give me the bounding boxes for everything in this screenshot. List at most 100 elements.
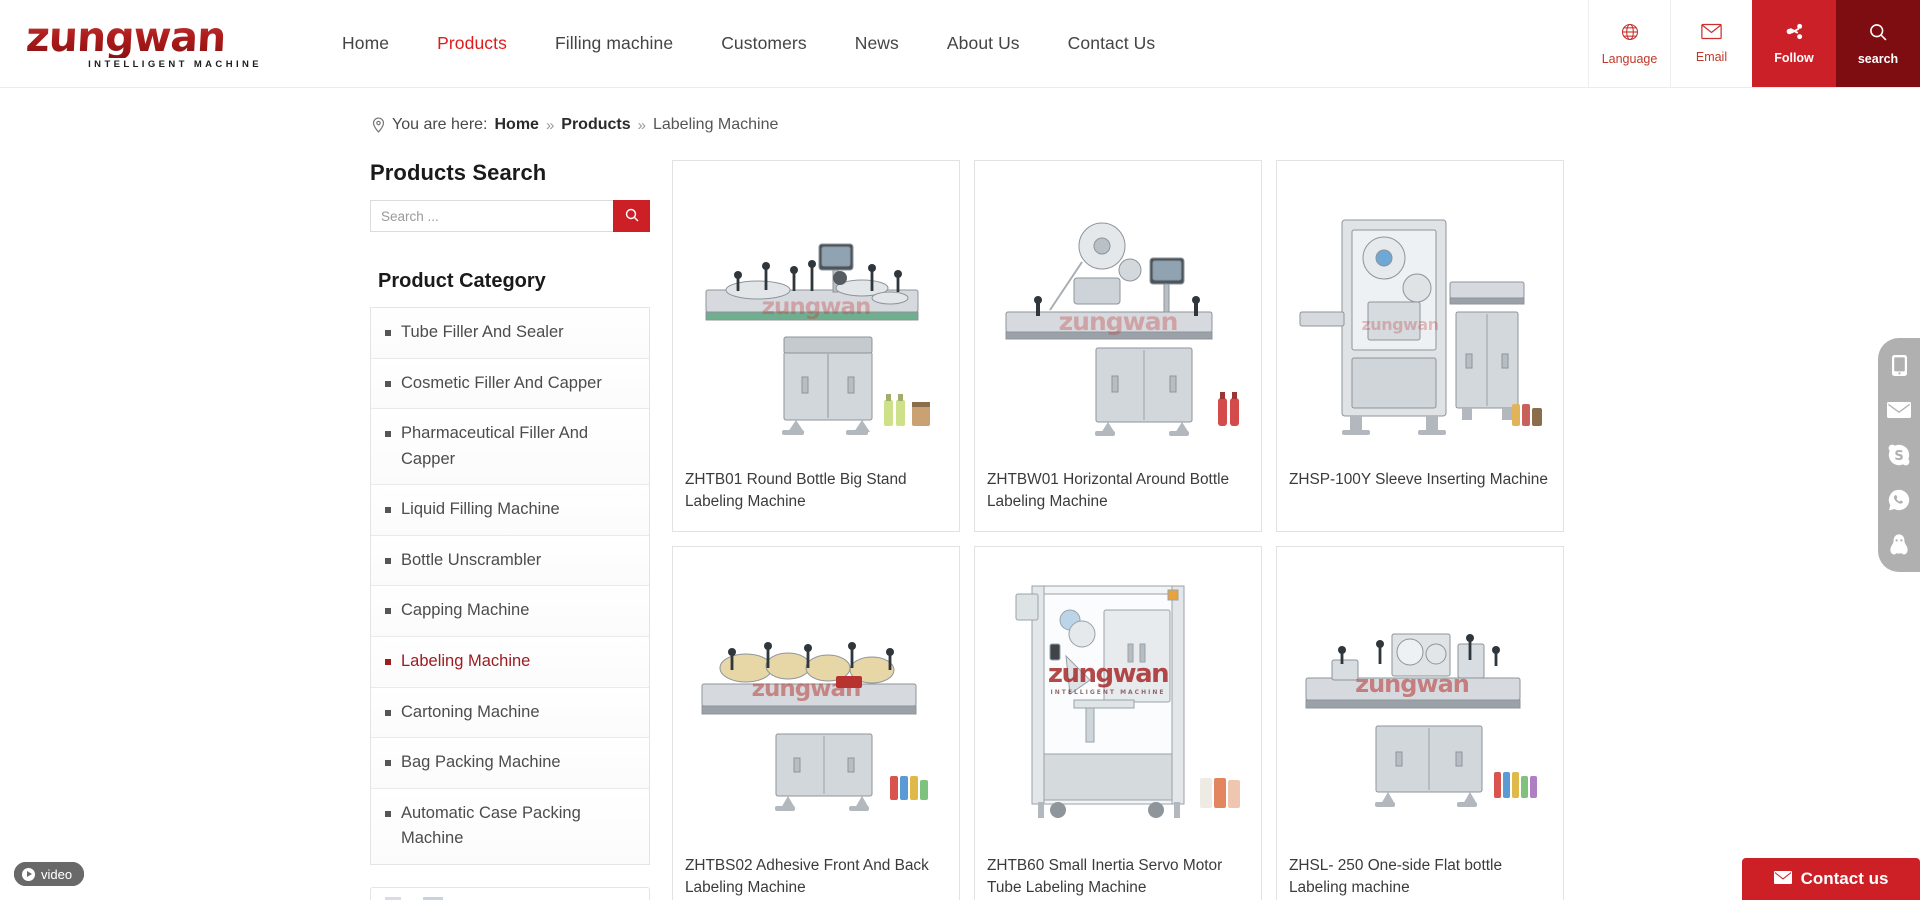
product-image: zungwan bbox=[1277, 546, 1563, 841]
product-image: zungwan bbox=[673, 546, 959, 841]
play-icon bbox=[22, 867, 35, 881]
share-icon bbox=[1785, 22, 1804, 46]
category-item-liquid-filling-machine[interactable]: Liquid Filling Machine bbox=[371, 485, 649, 536]
category-item-bag-packing-machine[interactable]: Bag Packing Machine bbox=[371, 738, 649, 789]
category-item-cartoning-machine[interactable]: Cartoning Machine bbox=[371, 687, 649, 739]
category-label: Bag Packing Machine bbox=[401, 753, 561, 772]
mobile-phone-icon[interactable] bbox=[1886, 352, 1912, 378]
breadcrumb-current: Labeling Machine bbox=[652, 116, 779, 133]
header-utility-bar: Language Email Follow search bbox=[1588, 0, 1920, 87]
search-submit-button[interactable] bbox=[613, 200, 650, 232]
product-card[interactable]: zungwan video ZHTB01 Round Bottle Big St… bbox=[14, 160, 960, 886]
nav-item-customers[interactable]: Customers bbox=[697, 34, 831, 53]
product-image: zungwan bbox=[1277, 161, 1563, 455]
category-item-cosmetic-filler-and-capper[interactable]: Cosmetic Filler And Capper bbox=[371, 358, 649, 410]
search-icon bbox=[1868, 22, 1888, 47]
bullet-icon bbox=[385, 709, 391, 716]
breadcrumb-products[interactable]: Products bbox=[561, 116, 630, 134]
category-label: Bottle Unscrambler bbox=[401, 550, 542, 569]
bullet-icon bbox=[385, 760, 391, 767]
product-card[interactable]: zungwan video ZHSP-100Y Sleeve Inserting… bbox=[14, 160, 1564, 886]
product-title: ZHTB60 Small Inertia Servo Motor Tube La… bbox=[987, 856, 1223, 896]
breadcrumb-separator-1: » bbox=[545, 116, 555, 134]
contact-us-label: Contact us bbox=[1800, 869, 1889, 888]
category-item-bottle-unscrambler[interactable]: Bottle Unscrambler bbox=[371, 535, 649, 587]
product-image: zungwan INTELLIGENT MACHINE bbox=[975, 546, 1261, 841]
bullet-icon bbox=[385, 658, 391, 665]
bullet-icon bbox=[385, 557, 391, 564]
category-label: Tube Filler And Sealer bbox=[401, 323, 564, 341]
email-button[interactable]: Email bbox=[1670, 0, 1752, 87]
product-title: ZHTB01 Round Bottle Big Stand Labeling M… bbox=[685, 471, 907, 510]
breadcrumb-separator-2: » bbox=[637, 116, 646, 134]
svg-text:zungwan: zungwan bbox=[1361, 315, 1438, 334]
product-card[interactable]: zungwan INTELLIGENT MACHINE video ZHTB60… bbox=[14, 545, 1262, 900]
breadcrumb: You are here: Home » Products » Labeling… bbox=[0, 88, 1920, 136]
nav-item-about-us[interactable]: About Us bbox=[923, 34, 1044, 53]
video-badge[interactable]: video bbox=[14, 862, 85, 886]
logo[interactable]: zungwan INTELLIGENT MACHINE bbox=[0, 0, 290, 87]
nav-item-filling-machine[interactable]: Filling machine bbox=[531, 34, 697, 53]
sidebar: Products Search Product Category Tube Fi… bbox=[370, 160, 650, 900]
skype-icon[interactable]: S bbox=[1886, 442, 1912, 468]
product-category-list: Tube Filler And Sealer Cosmetic Filler A… bbox=[370, 307, 650, 865]
envelope-icon bbox=[1701, 23, 1722, 45]
sidebar-next-panel-partial bbox=[370, 886, 650, 900]
search-button[interactable]: search bbox=[1836, 0, 1920, 87]
product-image: zungwan bbox=[975, 161, 1261, 455]
category-label: Labeling Machine bbox=[401, 651, 531, 670]
category-label: Cartoning Machine bbox=[401, 702, 540, 721]
category-item-labeling-machine[interactable]: Labeling Machine bbox=[371, 636, 649, 688]
breadcrumb-prefix: You are here: bbox=[392, 116, 488, 133]
language-label: Language bbox=[1601, 51, 1658, 66]
bullet-icon bbox=[385, 330, 391, 336]
product-card[interactable]: zungwan video ZHTBW01 Horizontal Around … bbox=[14, 160, 1262, 886]
primary-nav: Home Products Filling machine Customers … bbox=[290, 0, 1588, 87]
category-item-tube-filler-and-sealer[interactable]: Tube Filler And Sealer bbox=[371, 308, 649, 359]
svg-text:INTELLIGENT MACHINE: INTELLIGENT MACHINE bbox=[1051, 689, 1166, 696]
category-label: Cosmetic Filler And Capper bbox=[401, 373, 602, 392]
video-badge-label: video bbox=[41, 866, 73, 882]
bullet-icon bbox=[385, 810, 391, 817]
svg-text:zungwan: zungwan bbox=[1059, 307, 1178, 336]
category-label: Capping Machine bbox=[401, 601, 530, 620]
envelope-icon[interactable] bbox=[1886, 397, 1912, 423]
search-icon bbox=[624, 207, 640, 226]
category-item-pharmaceutical-filler-and-capper[interactable]: Pharmaceutical Filler And Capper bbox=[371, 409, 649, 486]
nav-item-products[interactable]: Products bbox=[413, 34, 531, 53]
product-title: ZHSP-100Y Sleeve Inserting Machine bbox=[1289, 471, 1548, 488]
svg-text:S: S bbox=[1894, 449, 1903, 464]
breadcrumb-home[interactable]: Home bbox=[494, 116, 538, 134]
email-label: Email bbox=[1695, 50, 1728, 65]
nav-item-contact-us[interactable]: Contact Us bbox=[1044, 34, 1180, 53]
nav-item-news[interactable]: News bbox=[831, 34, 923, 53]
whatsapp-icon[interactable] bbox=[1886, 487, 1912, 513]
category-item-automatic-case-packing-machine[interactable]: Automatic Case Packing Machine bbox=[371, 788, 649, 864]
envelope-icon bbox=[1773, 869, 1792, 889]
follow-label: Follow bbox=[1774, 51, 1814, 66]
location-pin-icon bbox=[372, 117, 385, 133]
search-input[interactable] bbox=[370, 200, 613, 232]
svg-text:zungwan: zungwan bbox=[752, 676, 861, 702]
category-item-capping-machine[interactable]: Capping Machine bbox=[371, 586, 649, 637]
svg-text:zungwan: zungwan bbox=[1355, 670, 1469, 698]
bullet-icon bbox=[385, 431, 391, 438]
site-header: zungwan INTELLIGENT MACHINE Home Product… bbox=[0, 0, 1920, 88]
qq-penguin-icon[interactable] bbox=[1886, 532, 1912, 558]
logo-wordmark: zungwan bbox=[21, 13, 267, 61]
product-card[interactable]: zungwan video ZHTBS02 Adhesive Front And… bbox=[14, 545, 960, 900]
product-card[interactable]: zungwan video ZHSL- 250 One-side Flat bo… bbox=[14, 545, 1564, 900]
nav-item-home[interactable]: Home bbox=[318, 34, 413, 53]
product-title: ZHTBW01 Horizontal Around Bottle Labelin… bbox=[987, 471, 1230, 510]
category-label: Pharmaceutical Filler And Capper bbox=[401, 424, 589, 468]
language-switcher[interactable]: Language bbox=[1588, 0, 1670, 87]
follow-button[interactable]: Follow bbox=[1752, 0, 1836, 87]
products-search-title: Products Search bbox=[370, 160, 547, 185]
sidebar-search bbox=[370, 200, 650, 232]
contact-us-button[interactable]: Contact us bbox=[1742, 858, 1920, 900]
product-grid: zungwan video ZHTB01 Round Bottle Big St… bbox=[14, 160, 1564, 900]
product-title: ZHTBS02 Adhesive Front And Back Labeling… bbox=[685, 856, 929, 896]
page-main: Products Search Product Category Tube Fi… bbox=[0, 136, 1920, 900]
bullet-icon bbox=[385, 507, 391, 514]
product-image: zungwan bbox=[673, 161, 959, 455]
